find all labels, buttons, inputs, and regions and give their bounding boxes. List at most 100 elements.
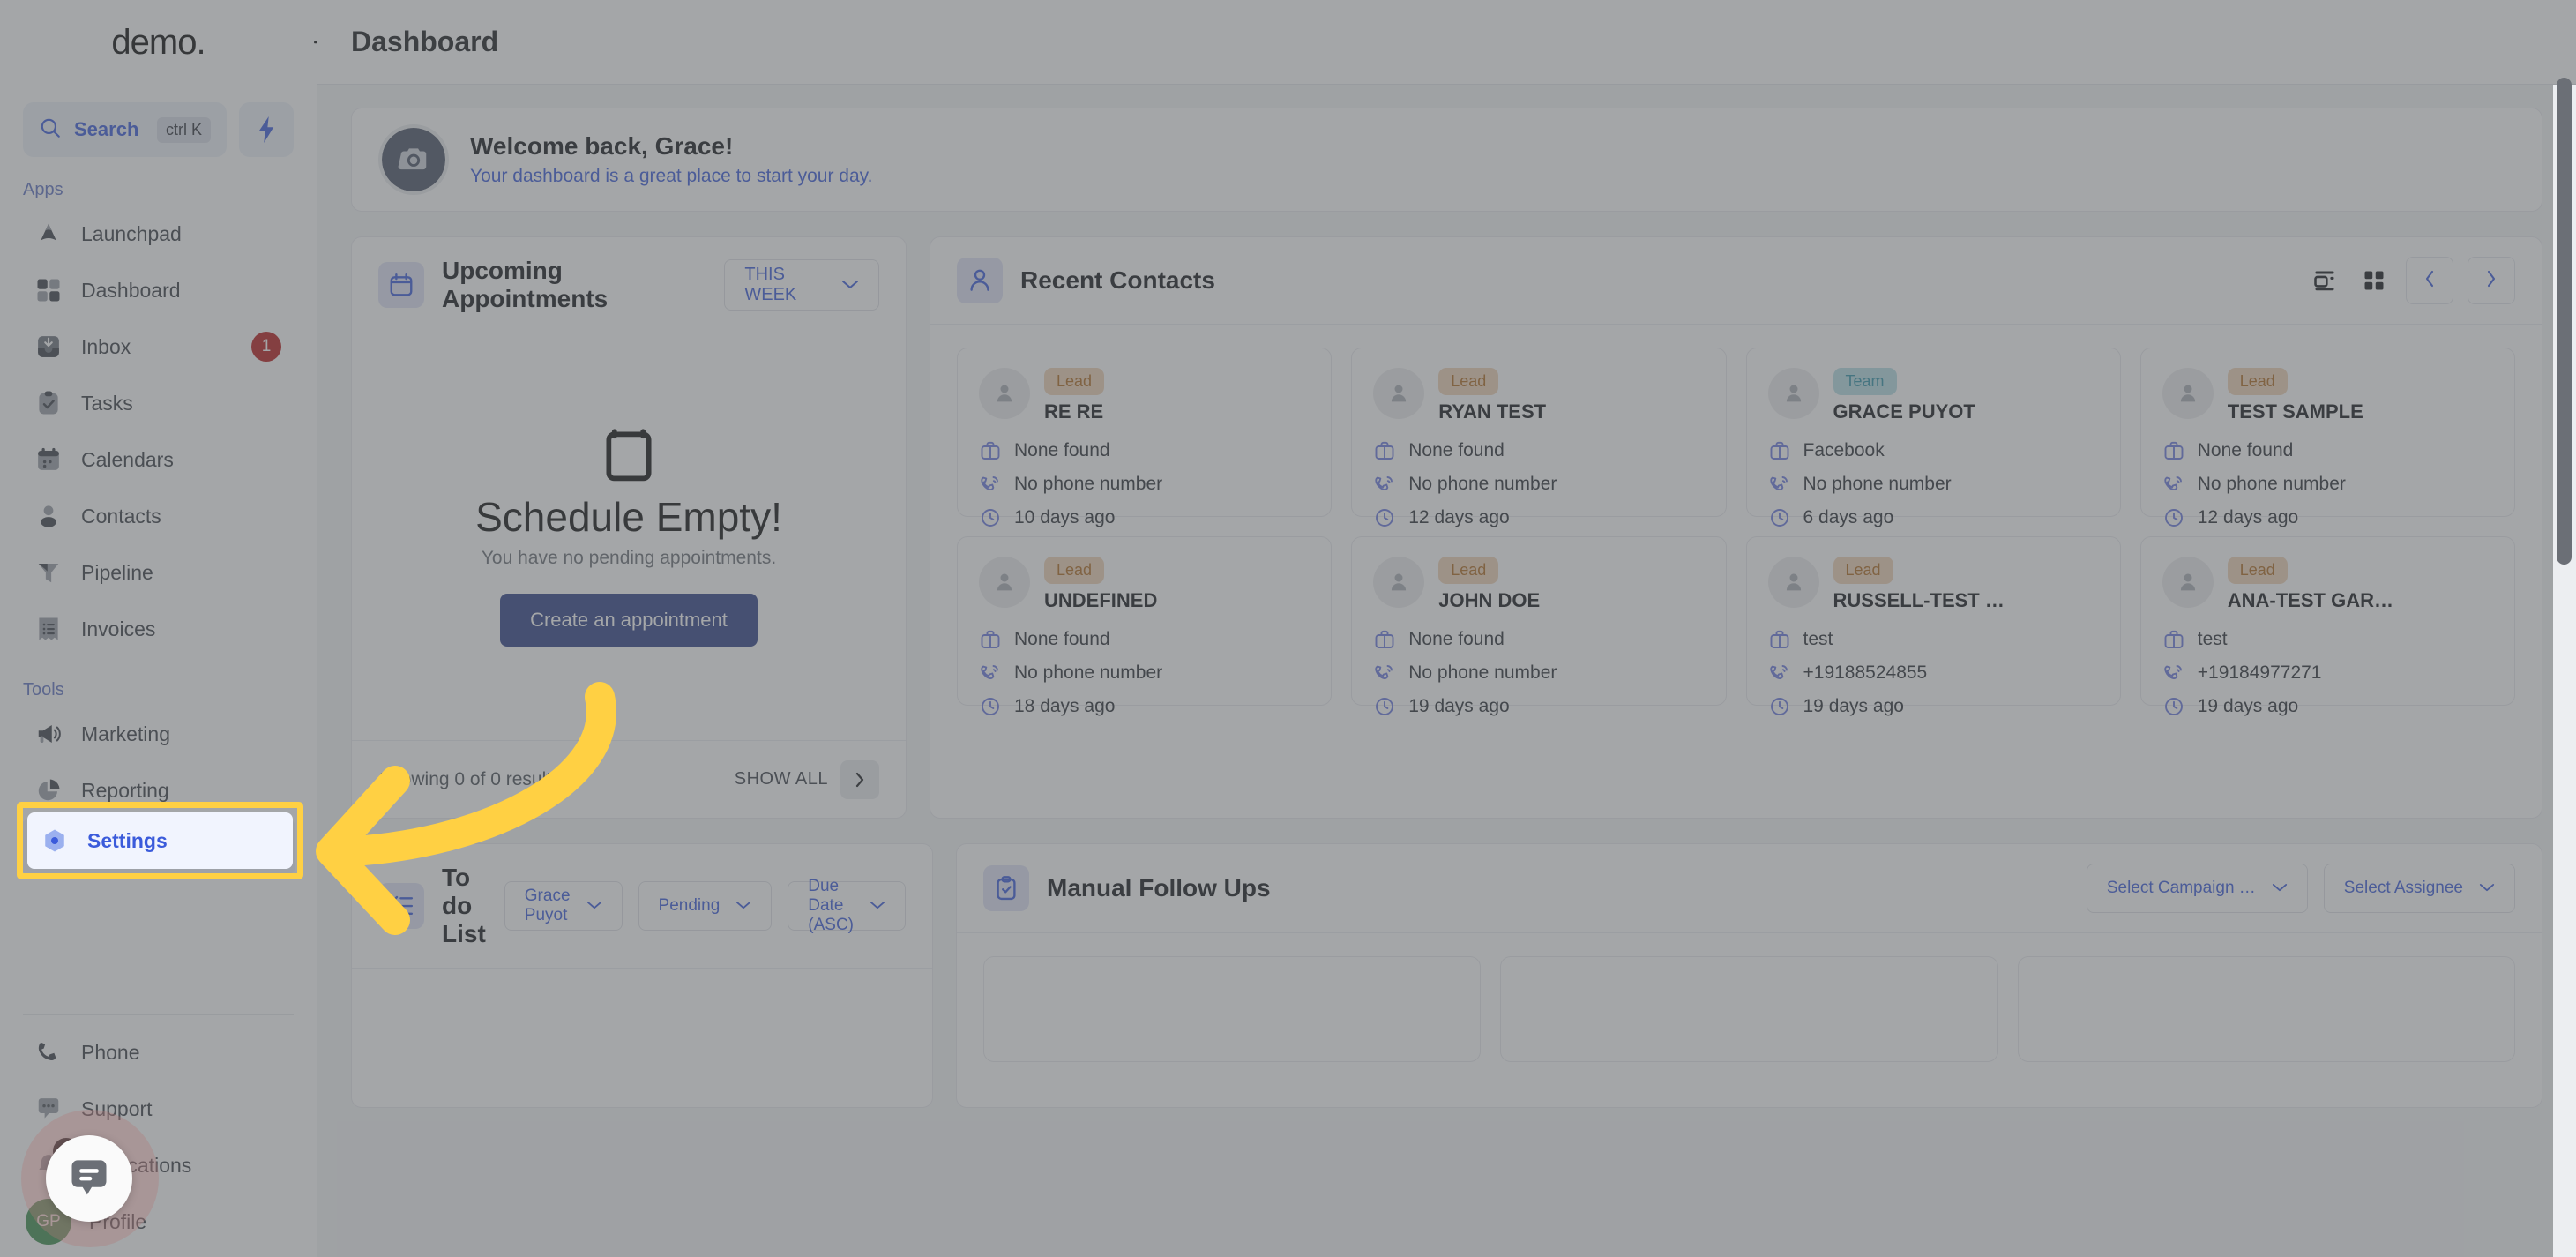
sidebar-item-label: Contacts <box>81 504 161 527</box>
contact-card[interactable]: Lead ANA-TEST GAR… test +19184977271 19 days… <box>2139 536 2515 716</box>
contact-phone-row: No phone number <box>979 473 1310 496</box>
phone-ring-icon <box>979 662 1002 685</box>
contact-card[interactable]: Lead TEST SAMPLE None found No phone number… <box>2139 348 2515 527</box>
chevron-down-icon <box>2272 879 2288 898</box>
followup-card[interactable] <box>983 956 1482 1062</box>
briefcase-icon <box>2162 628 2185 651</box>
contact-card[interactable]: Lead UNDEFINED None found No phone number 18… <box>957 536 1333 716</box>
contact-name: TEST SAMPLE <box>2227 400 2363 423</box>
upcoming-appointments-panel: Upcoming Appointments THIS WEEK Schedule… <box>351 236 907 819</box>
contacts-next-button[interactable] <box>2468 257 2515 304</box>
contact-time-row: 18 days ago <box>979 695 1310 718</box>
sidebar-section-apps: Apps <box>23 180 63 199</box>
sidebar-item-reporting[interactable]: Reporting <box>21 762 295 819</box>
contact-card[interactable]: Lead RE RE None found No phone number 10 day… <box>957 348 1333 527</box>
contact-name: RUSSELL-TEST … <box>1833 589 2005 611</box>
contact-card[interactable]: Lead RYAN TEST None found No phone number 12… <box>1351 348 1727 527</box>
appointments-range-dropdown[interactable]: THIS WEEK <box>724 259 879 311</box>
chevron-down-icon <box>586 896 602 916</box>
show-all-button[interactable]: SHOW ALL <box>735 759 879 799</box>
sidebar-item-label: Dashboard <box>81 278 181 302</box>
contact-company: test <box>2197 629 2228 649</box>
sidebar-item-tasks[interactable]: Tasks <box>21 375 295 431</box>
sidebar-item-invoices[interactable]: Invoices <box>21 601 295 657</box>
camera-icon[interactable] <box>378 124 449 195</box>
followup-card[interactable] <box>1500 956 1998 1062</box>
filter-dropdown[interactable]: Select Assignee <box>2323 864 2515 913</box>
contact-phone: No phone number <box>1803 474 1952 494</box>
chevron-right-icon <box>2485 269 2498 293</box>
contact-phone-row: No phone number <box>1373 662 1704 685</box>
create-appointment-button[interactable]: Create an appointment <box>500 594 758 647</box>
clipboard-check-icon <box>34 388 63 418</box>
grid-view-icon[interactable] <box>2356 263 2392 298</box>
filter-dropdown[interactable]: Grace Puyot <box>504 881 623 931</box>
contact-card[interactable]: Team GRACE PUYOT Facebook No phone number 6 … <box>1745 348 2121 527</box>
briefcase-icon <box>979 439 1002 462</box>
sidebar-item-calendars[interactable]: Calendars <box>21 431 295 488</box>
contacts-prev-button[interactable] <box>2406 257 2453 304</box>
chevron-right-icon[interactable] <box>840 759 879 799</box>
followups-header: Manual Follow Ups Select Campaign … Selec… <box>957 844 2542 933</box>
contact-avatar-icon <box>1767 368 1819 419</box>
sidebar-item-phone[interactable]: Phone <box>21 1024 295 1081</box>
filter-dropdown[interactable]: Select Campaign … <box>2086 864 2308 913</box>
contact-card[interactable]: Lead JOHN DOE None found No phone number 19 … <box>1351 536 1727 716</box>
briefcase-icon <box>1768 439 1791 462</box>
phone-icon <box>34 1037 63 1067</box>
clock-icon <box>1768 695 1791 718</box>
contact-phone-row: No phone number <box>979 662 1310 685</box>
sidebar-item-pipeline[interactable]: Pipeline <box>21 544 295 601</box>
contact-avatar-icon <box>2162 557 2214 608</box>
contact-phone-row: No phone number <box>1768 473 2099 496</box>
contact-badge: Lead <box>1044 557 1105 584</box>
sidebar-item-marketing[interactable]: Marketing <box>21 706 295 762</box>
contact-company: None found <box>2197 440 2294 460</box>
search-input[interactable]: Search ctrl K <box>23 102 227 157</box>
phone-ring-icon <box>979 473 1002 496</box>
contact-time: 12 days ago <box>1408 507 1510 527</box>
scrollbar-thumb[interactable] <box>2557 78 2572 565</box>
clock-icon <box>2162 506 2185 529</box>
contact-company-row: None found <box>1373 628 1704 651</box>
launchpad-icon <box>34 219 63 249</box>
followups-title: Manual Follow Ups <box>1047 874 1271 902</box>
contact-phone: No phone number <box>1408 662 1557 683</box>
clock-icon <box>1768 506 1791 529</box>
contact-avatar-icon <box>979 368 1030 419</box>
brand-name: demo <box>111 22 197 62</box>
contact-time-row: 12 days ago <box>1373 506 1704 529</box>
list-view-icon[interactable] <box>2307 263 2342 298</box>
appointments-empty-title: Schedule Empty! <box>475 494 782 540</box>
settings-highlighted-item[interactable]: Settings <box>27 812 293 869</box>
lightning-bolt-icon[interactable] <box>239 102 294 157</box>
sidebar-item-inbox[interactable]: Inbox 1 <box>21 318 295 375</box>
todo-title: To do List <box>442 864 486 947</box>
followup-card[interactable] <box>2017 956 2515 1062</box>
contact-avatar-icon <box>1767 557 1819 608</box>
phone-ring-icon <box>1768 662 1791 685</box>
briefcase-icon <box>1373 439 1396 462</box>
phone-ring-icon <box>1373 662 1396 685</box>
contact-phone: +19188524855 <box>1803 662 1928 683</box>
contact-company: None found <box>1014 629 1110 649</box>
contact-phone-row: No phone number <box>1373 473 1704 496</box>
chat-bubble-icon[interactable] <box>46 1135 132 1222</box>
phone-ring-icon <box>1768 473 1791 496</box>
contact-time-row: 19 days ago <box>1373 695 1704 718</box>
contact-badge: Lead <box>1044 368 1105 395</box>
search-row: Search ctrl K <box>0 102 317 157</box>
contact-phone-row: +19184977271 <box>2162 662 2493 685</box>
sidebar-item-dashboard[interactable]: Dashboard <box>21 262 295 318</box>
filter-label: Grace Puyot <box>524 887 571 924</box>
contact-name: UNDEFINED <box>1044 589 1158 611</box>
sidebar-item-label: Invoices <box>81 617 156 640</box>
phone-ring-icon <box>1373 473 1396 496</box>
sidebar-item-contacts[interactable]: Contacts <box>21 488 295 544</box>
filter-dropdown[interactable]: Due Date (ASC) <box>788 877 906 934</box>
sidebar-item-label: Inbox <box>81 334 131 358</box>
filter-dropdown[interactable]: Pending <box>638 881 773 931</box>
todo-filters: Grace Puyot Pending Due Date (ASC) <box>504 877 906 934</box>
contact-card[interactable]: Lead RUSSELL-TEST … test +19188524855 19 day… <box>1745 536 2121 716</box>
sidebar-item-launchpad[interactable]: Launchpad <box>21 206 295 262</box>
